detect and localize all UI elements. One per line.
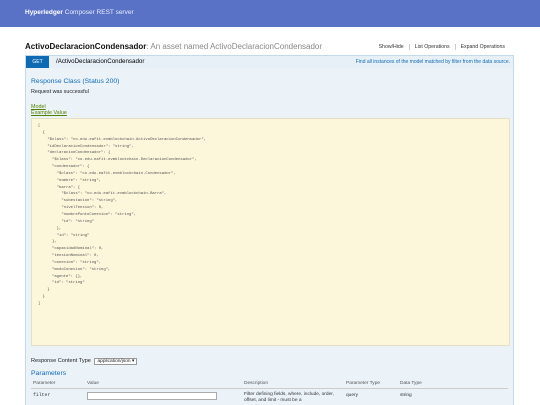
data-type: string xyxy=(400,393,412,398)
response-content-type: Response Content Type application/json ▾ xyxy=(31,358,138,365)
chevron-down-icon: ▾ xyxy=(131,359,135,364)
http-method-badge[interactable]: GET xyxy=(26,56,49,68)
parameters-title: Parameters xyxy=(31,370,67,377)
response-content-type-value: application/json xyxy=(97,359,131,364)
operation-header[interactable]: GET /ActivoDeclaracionCondensador Find a… xyxy=(25,55,514,69)
column-header: Value xyxy=(87,381,99,386)
divider xyxy=(31,388,508,389)
operation-body: Response Class (Status 200) Request was … xyxy=(25,68,514,405)
resource-heading: ActivoDeclaracionCondensador: An asset n… xyxy=(25,42,322,51)
example-value-box[interactable]: [ { "$class": "co.edu.eafit.evmblockchai… xyxy=(31,118,510,346)
top-navbar: Hyperledger Composer REST server xyxy=(0,0,540,27)
response-class-title: Response Class (Status 200) xyxy=(31,78,120,85)
expand-operations-link[interactable]: Expand Operations xyxy=(454,44,510,50)
column-header: Data Type xyxy=(400,381,422,386)
column-header: Parameter Type xyxy=(346,381,381,386)
response-content-type-select[interactable]: application/json ▾ xyxy=(94,358,138,365)
brand[interactable]: Hyperledger Composer REST server xyxy=(25,9,134,16)
column-header: Parameter xyxy=(33,381,56,386)
resource-options: Show/Hide List Operations Expand Operati… xyxy=(374,44,510,50)
filter-input[interactable] xyxy=(87,392,217,400)
brand-subtitle: Composer REST server xyxy=(64,9,134,16)
list-operations-link[interactable]: List Operations xyxy=(408,44,455,50)
parameter-type: query xyxy=(346,393,358,398)
response-message: Request was successful xyxy=(31,89,89,95)
resource-description: : An asset named ActivoDeclaracionConden… xyxy=(146,42,323,51)
example-json: [ { "$class": "co.edu.eafit.evmblockchai… xyxy=(38,124,207,306)
parameter-name: filter xyxy=(33,393,51,398)
operation-path[interactable]: /ActivoDeclaracionCondensador xyxy=(56,58,144,65)
response-content-type-label: Response Content Type xyxy=(31,358,91,364)
brand-name: Hyperledger xyxy=(25,9,63,16)
show-hide-link[interactable]: Show/Hide xyxy=(374,44,409,50)
resource-name-link[interactable]: ActivoDeclaracionCondensador xyxy=(25,42,146,51)
column-header: Description xyxy=(244,381,268,386)
parameter-description: Filter defining fields, where, include, … xyxy=(244,392,334,403)
example-value-tab[interactable]: Example Value xyxy=(31,110,67,116)
operation-summary[interactable]: Find all instances of the model matched … xyxy=(356,59,510,65)
